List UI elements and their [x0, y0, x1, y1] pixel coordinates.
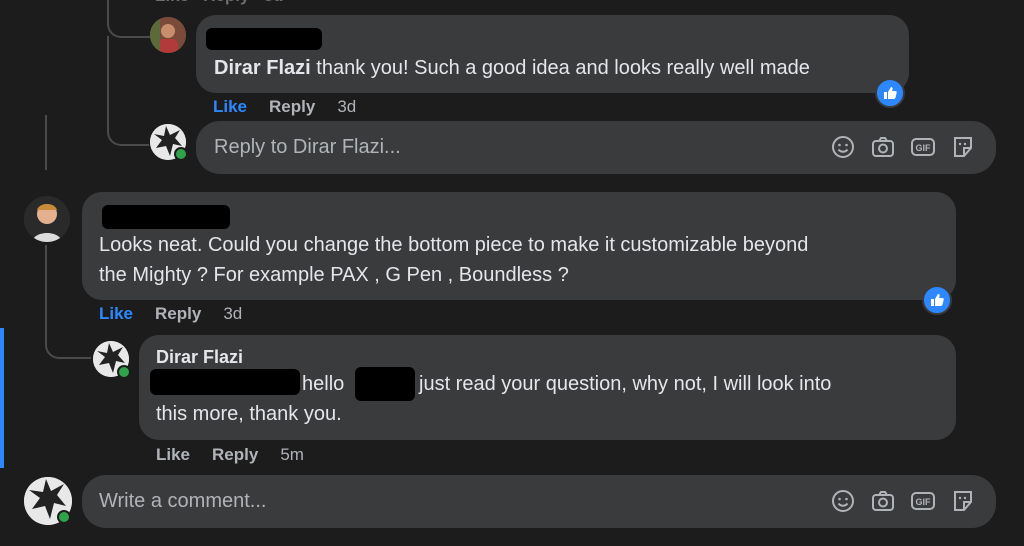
cut-off-actions: Like Reply 3d — [155, 0, 284, 6]
comment-input[interactable]: Write a comment... GIF — [82, 475, 996, 528]
reply-button[interactable]: Reply — [155, 304, 201, 323]
smile-icon[interactable] — [830, 134, 856, 160]
reply-actions: Like Reply 5m — [156, 445, 326, 465]
like-button[interactable]: Like — [213, 97, 247, 116]
reply-text-b: just read your question, why not, I will… — [419, 373, 832, 395]
redacted-name — [206, 28, 322, 50]
reply-input[interactable]: Reply to Dirar Flazi... GIF — [196, 121, 996, 174]
input-icons: GIF — [830, 134, 976, 160]
online-indicator — [174, 147, 188, 161]
reply-text-a: hello — [302, 373, 345, 395]
input-icons: GIF — [830, 488, 976, 514]
reply-placeholder: Reply to Dirar Flazi... — [214, 136, 401, 158]
timestamp[interactable]: 3d — [223, 304, 242, 323]
comment-placeholder: Write a comment... — [99, 490, 267, 512]
comment-bubble: Looks neat. Could you change the bottom … — [82, 192, 956, 300]
reply-button[interactable]: Reply — [212, 445, 258, 464]
thread-line — [107, 36, 149, 146]
thread-line — [45, 115, 47, 170]
svg-text:GIF: GIF — [916, 497, 932, 507]
avatar[interactable] — [150, 17, 186, 53]
gif-icon[interactable]: GIF — [910, 134, 936, 160]
sticker-icon[interactable] — [950, 134, 976, 160]
online-indicator — [117, 365, 131, 379]
like-reaction-icon[interactable] — [875, 78, 905, 108]
comment-text: Looks neat. Could you change the bottom … — [99, 230, 808, 290]
reply-button[interactable]: Reply — [269, 97, 315, 116]
like-button[interactable]: Like — [156, 445, 190, 464]
timestamp[interactable]: 5m — [280, 445, 304, 464]
timestamp[interactable]: 3d — [337, 97, 356, 116]
like-reaction-icon[interactable] — [922, 285, 952, 315]
author-name[interactable]: Dirar Flazi — [156, 347, 243, 368]
like-button[interactable]: Like — [99, 304, 133, 323]
gif-icon[interactable]: GIF — [910, 488, 936, 514]
avatar[interactable] — [24, 196, 70, 242]
reply-line-2: this more, thank you. — [156, 403, 342, 425]
camera-icon[interactable] — [870, 134, 896, 160]
reply-text: Dirar Flazi thank you! Such a good idea … — [214, 53, 810, 83]
author-name[interactable]: Dirar Flazi — [214, 57, 311, 79]
comment-line-1: Looks neat. Could you change the bottom … — [99, 234, 809, 256]
redacted-mention — [355, 367, 415, 401]
sticker-icon[interactable] — [950, 488, 976, 514]
redacted-name — [102, 205, 230, 229]
reply-actions: Like Reply 3d — [213, 97, 378, 117]
reply-text-body: thank you! Such a good idea and looks re… — [316, 57, 810, 79]
comment-line-2: the Mighty ? For example PAX , G Pen , B… — [99, 264, 569, 286]
reply-bubble: Dirar Flazi thank you! Such a good idea … — [196, 15, 909, 93]
camera-icon[interactable] — [870, 488, 896, 514]
redacted-name — [150, 369, 300, 395]
smile-icon[interactable] — [830, 488, 856, 514]
thread-highlight-bar — [0, 328, 4, 468]
online-indicator — [57, 510, 71, 524]
reply-bubble: Dirar Flazi hello just read your questio… — [139, 335, 956, 440]
comment-actions: Like Reply 3d — [99, 304, 264, 324]
svg-text:GIF: GIF — [916, 143, 932, 153]
